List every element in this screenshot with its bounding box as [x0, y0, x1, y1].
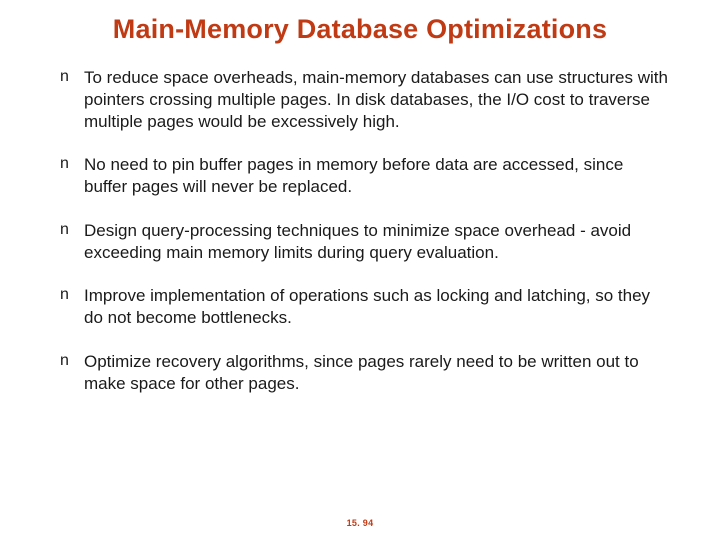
list-item: n Design query-processing techniques to … [60, 220, 668, 264]
bullet-marker: n [60, 67, 84, 87]
slide-title: Main-Memory Database Optimizations [46, 14, 674, 45]
bullet-marker: n [60, 285, 84, 305]
list-item: n Improve implementation of operations s… [60, 285, 668, 329]
list-item: n To reduce space overheads, main-memory… [60, 67, 668, 132]
bullet-marker: n [60, 351, 84, 371]
list-item: n No need to pin buffer pages in memory … [60, 154, 668, 198]
bullet-text: Improve implementation of operations suc… [84, 285, 668, 329]
bullet-marker: n [60, 220, 84, 240]
bullet-marker: n [60, 154, 84, 174]
bullet-list: n To reduce space overheads, main-memory… [46, 67, 674, 394]
page-number: 15. 94 [0, 518, 720, 528]
bullet-text: Design query-processing techniques to mi… [84, 220, 668, 264]
list-item: n Optimize recovery algorithms, since pa… [60, 351, 668, 395]
slide: Main-Memory Database Optimizations n To … [0, 0, 720, 540]
bullet-text: No need to pin buffer pages in memory be… [84, 154, 668, 198]
bullet-text: Optimize recovery algorithms, since page… [84, 351, 668, 395]
bullet-text: To reduce space overheads, main-memory d… [84, 67, 668, 132]
